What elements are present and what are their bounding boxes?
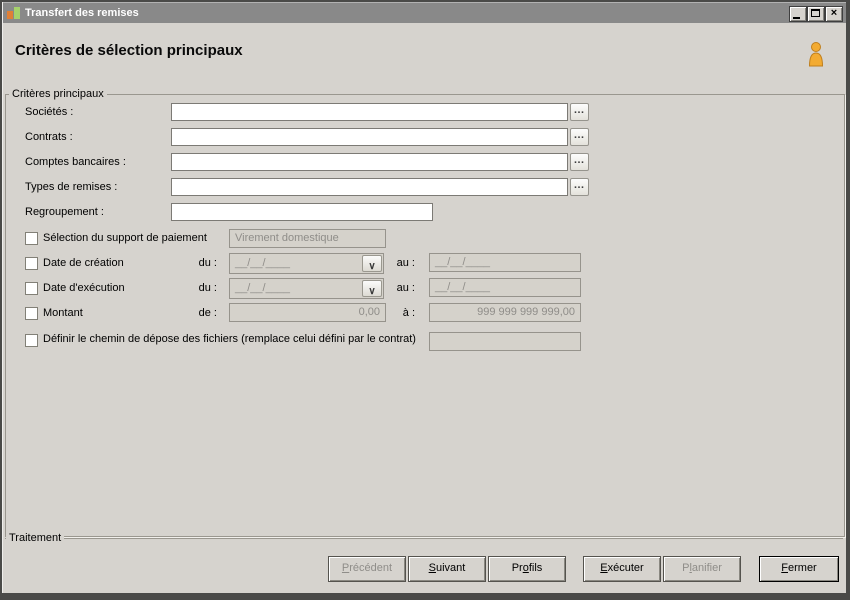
societes-label: Sociétés : (25, 106, 74, 118)
chart-bar-green (14, 7, 20, 19)
date-creation-from-dropdown: __/__/____ ∨ (229, 253, 384, 274)
regroupement-field[interactable] (171, 203, 433, 221)
previous-button: Précédent (328, 556, 406, 582)
next-button[interactable]: Suivant (408, 556, 486, 582)
titlebar[interactable]: Transfert des remises × (3, 2, 846, 23)
payment-support-label: Sélection du support de paiement (43, 232, 207, 244)
date-creation-label: Date de création (43, 257, 124, 269)
date-execution-to-label: au : (396, 282, 415, 294)
comptes-bancaires-browse-button[interactable]: … (570, 153, 589, 171)
close-button[interactable]: × (825, 6, 843, 22)
types-remises-browse-button[interactable]: … (570, 178, 589, 196)
chemin-depose-field (429, 332, 581, 351)
minimize-icon (793, 17, 800, 19)
contrats-browse-button[interactable]: … (570, 128, 589, 146)
types-remises-field[interactable] (171, 178, 568, 196)
date-mask: __/__/____ (235, 282, 291, 294)
app-chart-icon (7, 6, 21, 20)
date-creation-to-label: au : (396, 257, 415, 269)
ellipsis-icon: … (573, 154, 586, 166)
contrats-label: Contrats : (25, 131, 73, 143)
dropdown-chevron-button: ∨ (362, 255, 382, 272)
maximize-icon (811, 9, 820, 17)
montant-label: Montant (43, 307, 83, 319)
dropdown-chevron-button: ∨ (362, 280, 382, 297)
date-creation-checkbox[interactable] (25, 257, 38, 270)
date-mask: __/__/____ (235, 257, 291, 269)
date-execution-label: Date d'exécution (43, 282, 125, 294)
maximize-button[interactable] (807, 6, 825, 22)
date-execution-to-field: __/__/____ (429, 278, 581, 297)
contrats-field[interactable] (171, 128, 568, 146)
person-icon (805, 41, 827, 68)
ellipsis-icon: … (573, 104, 586, 116)
traitement-group-label: Traitement (6, 532, 65, 544)
chevron-down-icon: ∨ (368, 286, 376, 297)
types-remises-label: Types de remises : (25, 181, 118, 193)
date-creation-from-label: du : (198, 257, 217, 269)
window-title: Transfert des remises (25, 7, 139, 19)
montant-from-label: de : (198, 307, 217, 319)
date-execution-from-label: du : (198, 282, 217, 294)
regroupement-label: Regroupement : (25, 206, 104, 218)
societes-browse-button[interactable]: … (570, 103, 589, 121)
profiles-button[interactable]: Profils (488, 556, 566, 582)
chevron-down-icon: ∨ (368, 261, 376, 272)
ellipsis-icon: … (573, 129, 586, 141)
comptes-bancaires-label: Comptes bancaires : (25, 156, 126, 168)
close-dialog-button[interactable]: Fermer (759, 556, 839, 582)
montant-to-label: à : (402, 307, 415, 319)
chemin-depose-checkbox[interactable] (25, 334, 38, 347)
close-icon: × (830, 7, 838, 19)
payment-support-value-field: Virement domestique (229, 229, 386, 248)
main-group-label: Critères principaux (9, 88, 107, 100)
societes-field[interactable] (171, 103, 568, 121)
execute-button[interactable]: Exécuter (583, 556, 661, 582)
date-execution-from-dropdown: __/__/____ ∨ (229, 278, 384, 299)
montant-checkbox[interactable] (25, 307, 38, 320)
schedule-button: Planifier (663, 556, 741, 582)
montant-to-field: 999 999 999 999,00 (429, 303, 581, 322)
page-title: Critères de sélection principaux (15, 42, 243, 59)
minimize-button[interactable] (789, 6, 807, 22)
montant-from-field: 0,00 (229, 303, 386, 322)
dialog-window: Transfert des remises × Critères de séle… (2, 2, 846, 593)
payment-support-checkbox[interactable] (25, 232, 38, 245)
ellipsis-icon: … (573, 179, 586, 191)
date-execution-checkbox[interactable] (25, 282, 38, 295)
chart-bar-orange (7, 11, 13, 19)
date-creation-to-field: __/__/____ (429, 253, 581, 272)
chemin-depose-label: Définir le chemin de dépose des fichiers… (43, 333, 416, 345)
comptes-bancaires-field[interactable] (171, 153, 568, 171)
